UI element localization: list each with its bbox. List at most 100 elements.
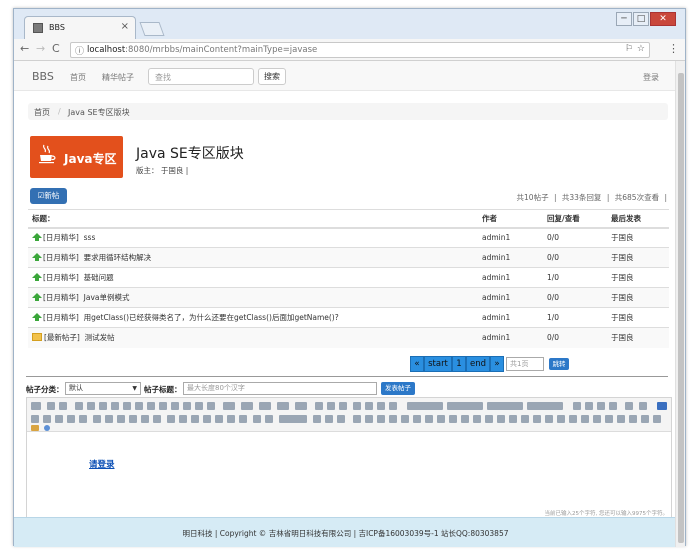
post-tag: [日月精华] — [43, 273, 79, 282]
post-last: 于国良 — [607, 287, 669, 308]
star-icon[interactable]: ☆ — [637, 44, 645, 54]
post-title-cell[interactable]: [日月精华] 基础问题 — [28, 267, 478, 288]
scrollbar-thumb[interactable] — [678, 73, 684, 543]
translate-icon[interactable]: ⚐ — [625, 44, 633, 54]
editor-toolbar-icons[interactable] — [27, 398, 673, 432]
submit-post-button[interactable]: 发表帖子 — [381, 382, 415, 395]
category-select[interactable]: 默认 ▼ — [65, 382, 141, 395]
tab-close-icon[interactable]: × — [121, 21, 129, 32]
post-author: admin1 — [478, 247, 543, 268]
post-author: admin1 — [478, 287, 543, 308]
brand-link[interactable]: BBS — [32, 70, 54, 83]
post-tag: [日月精华] — [43, 233, 79, 243]
post-title-cell[interactable]: [日月精华] 要求用循环结构解决 — [28, 247, 478, 268]
breadcrumb: 首页 / Java SE专区版块 — [28, 103, 668, 120]
info-icon[interactable]: ⓘ — [75, 44, 84, 57]
breadcrumb-current: Java SE专区版块 — [68, 108, 130, 117]
post-replies-views: 1/0 — [543, 307, 607, 328]
post-last: 于国良 — [607, 247, 669, 268]
post-last: 于国良 — [607, 227, 669, 248]
col-replies: 回复/查看 — [543, 209, 607, 229]
col-title: 标题： — [28, 209, 478, 229]
post-tag: [最新帖子] — [44, 333, 80, 343]
breadcrumb-separator: / — [58, 107, 61, 116]
table-row[interactable]: [最新帖子] 测试发帖 admin1 0/0 于国良 — [28, 327, 669, 348]
end-page-button[interactable]: end — [466, 356, 490, 372]
jump-button[interactable]: 跳转 — [549, 358, 569, 370]
post-title[interactable]: sss — [84, 233, 96, 242]
login-link[interactable]: 登录 — [643, 72, 659, 83]
forward-icon[interactable]: → — [36, 42, 45, 55]
section-stats: 共10帖子 | 共33条回复 | 共685次查看 | — [514, 192, 667, 203]
post-title-input[interactable]: 最大长度80个汉字 — [183, 382, 377, 395]
post-author: admin1 — [478, 307, 543, 328]
post-tag: [日月精华] — [43, 253, 79, 262]
post-tag: [日月精华] — [43, 293, 79, 302]
close-window-button[interactable]: ✕ — [650, 12, 676, 26]
post-title[interactable]: 基础问题 — [84, 273, 114, 282]
post-author: admin1 — [478, 267, 543, 288]
moderator-text: 版主： 于国良 | — [136, 166, 189, 175]
post-form-row: 帖子分类： 默认 ▼ 帖子标题： 最大长度80个汉字 发表帖子 — [26, 382, 666, 396]
divider — [26, 376, 668, 377]
minimize-button[interactable]: ─ — [616, 12, 632, 26]
java-cup-icon — [39, 144, 56, 164]
post-last: 于国良 — [607, 327, 669, 348]
post-title-cell[interactable]: [日月精华] Java单例模式 — [28, 287, 478, 308]
page-input[interactable]: 共1页 — [506, 357, 544, 371]
post-title-cell[interactable]: [最新帖子] 测试发帖 — [28, 327, 478, 348]
prev-page-button[interactable]: « — [410, 356, 424, 372]
post-table: 标题： 作者 回复/查看 最后发表 [日月精华] sss admin1 0/0 … — [28, 209, 669, 348]
menu-icon[interactable]: ⋮ — [668, 42, 679, 55]
reload-icon[interactable]: C — [52, 42, 60, 55]
start-page-button[interactable]: start — [424, 356, 452, 372]
page-1-button[interactable]: 1 — [452, 356, 466, 372]
post-tag: [日月精华] — [43, 313, 79, 322]
post-replies-views: 0/0 — [543, 327, 607, 348]
editor-toolbar — [27, 398, 671, 432]
section-banner: Java专区 — [30, 136, 123, 178]
tab-title: BBS — [49, 23, 65, 32]
table-row[interactable]: [日月精华] 用getClass()已经获得类名了，为什么还要在getClass… — [28, 307, 669, 328]
title-label: 帖子标题： — [144, 385, 182, 394]
char-counter: 当前已输入25个字符, 您还可以输入9975个字符。 — [544, 511, 669, 517]
stat-sep: | — [664, 193, 667, 202]
new-tab-button[interactable] — [139, 22, 165, 36]
table-row[interactable]: [日月精华] Java单例模式 admin1 0/0 于国良 — [28, 287, 669, 308]
login-link-in-editor[interactable]: 请登录 — [89, 458, 115, 470]
post-title[interactable]: Java单例模式 — [84, 293, 130, 302]
back-icon[interactable]: ← — [20, 42, 29, 55]
search-button[interactable]: 搜索 — [258, 68, 286, 85]
address-bar[interactable]: ⓘ localhost:8080/mrbbs/mainContent?mainT… — [70, 42, 650, 58]
nav-home[interactable]: 首页 — [70, 72, 86, 83]
stat-sep: | — [553, 193, 557, 202]
scrollbar[interactable] — [675, 61, 685, 547]
stat-sep: | — [606, 193, 610, 202]
new-post-button[interactable]: ☑新帖 — [30, 188, 67, 204]
maximize-button[interactable]: □ — [633, 12, 649, 26]
table-row[interactable]: [日月精华] 要求用循环结构解决 admin1 0/0 于国良 — [28, 247, 669, 268]
next-page-button[interactable]: » — [490, 356, 504, 372]
post-title[interactable]: 用getClass()已经获得类名了，为什么还要在getClass()后面加ge… — [84, 313, 339, 322]
table-row[interactable]: [日月精华] 基础问题 admin1 1/0 于国良 — [28, 267, 669, 288]
post-title-cell[interactable]: [日月精华] sss — [28, 227, 478, 248]
rich-text-editor[interactable]: 请登录 当前已输入25个字符, 您还可以输入9975个字符。 — [26, 397, 672, 519]
page-footer: 明日科技 | Copyright © 吉林省明日科技有限公司 | 吉ICP备16… — [14, 517, 677, 547]
chevron-down-icon: ▼ — [132, 385, 137, 392]
breadcrumb-home[interactable]: 首页 — [34, 107, 50, 118]
page-content: BBS 首页 精华帖子 查找 搜索 登录 首页 / Java SE专区版块 Ja… — [14, 61, 677, 547]
post-title-cell[interactable]: [日月精华] 用getClass()已经获得类名了，为什么还要在getClass… — [28, 307, 478, 328]
nav-featured[interactable]: 精华帖子 — [102, 72, 134, 83]
post-last: 于国良 — [607, 307, 669, 328]
site-navbar: BBS 首页 精华帖子 查找 搜索 登录 — [14, 61, 677, 91]
post-replies-views: 1/0 — [543, 267, 607, 288]
search-input[interactable]: 查找 — [148, 68, 254, 85]
stat-replies: 共33条回复 — [561, 193, 602, 202]
post-title[interactable]: 测试发帖 — [85, 333, 115, 342]
url-text: localhost:8080/mrbbs/mainContent?mainTyp… — [87, 45, 318, 55]
post-author: admin1 — [478, 227, 543, 248]
browser-tab[interactable]: BBS × — [24, 16, 136, 39]
stat-views: 共685次查看 — [614, 193, 660, 202]
post-title[interactable]: 要求用循环结构解决 — [84, 253, 152, 262]
table-row[interactable]: [日月精华] sss admin1 0/0 于国良 — [28, 227, 669, 248]
